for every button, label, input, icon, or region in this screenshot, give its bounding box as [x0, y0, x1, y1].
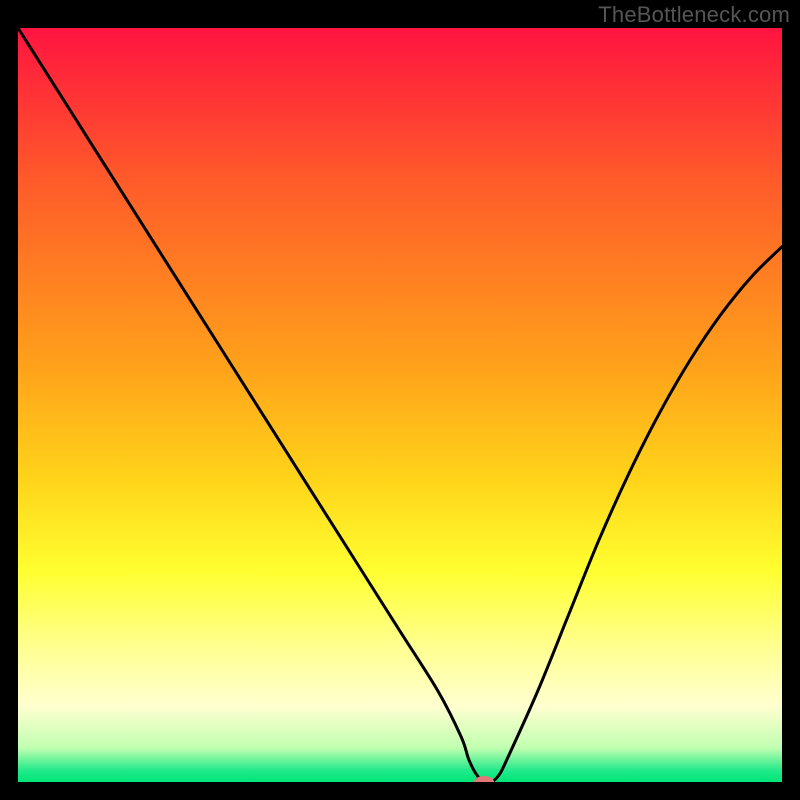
gradient-rect	[18, 28, 782, 782]
chart-svg	[18, 28, 782, 782]
plot-area	[18, 28, 782, 782]
chart-frame: TheBottleneck.com	[0, 0, 800, 800]
watermark-text: TheBottleneck.com	[598, 2, 790, 28]
